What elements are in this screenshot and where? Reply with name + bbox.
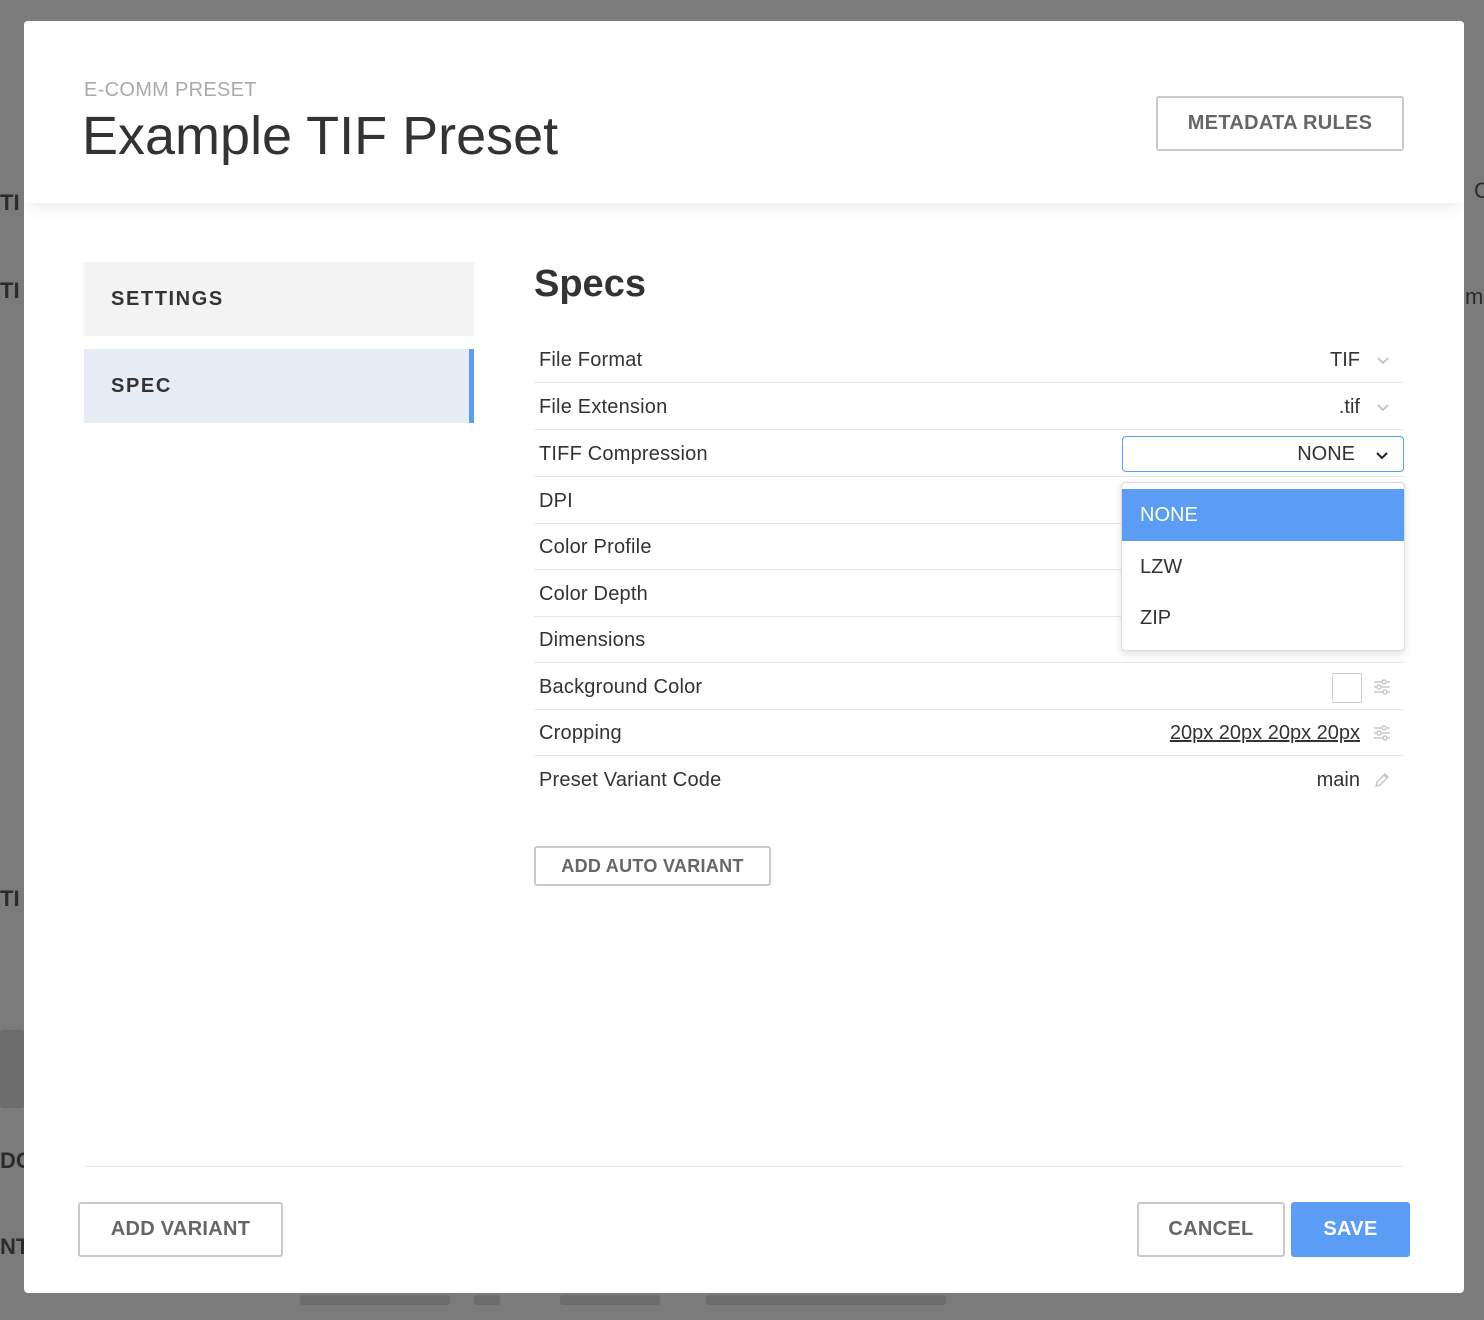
spec-row-file-format[interactable]: File Format TIF: [534, 337, 1404, 383]
spec-label: Dimensions: [539, 629, 646, 651]
background-text: C: [1474, 178, 1484, 203]
compression-dropdown-menu: NONE LZW ZIP: [1121, 482, 1405, 651]
add-variant-button[interactable]: ADD VARIANT: [78, 1202, 283, 1257]
spec-label: TIFF Compression: [539, 443, 708, 465]
footer-divider: [84, 1166, 1404, 1167]
nav-item-label: SPEC: [111, 374, 172, 397]
spec-label: File Extension: [539, 396, 668, 418]
background-color-swatch[interactable]: [1332, 673, 1362, 703]
nav-item-label: SETTINGS: [111, 287, 224, 310]
spec-row-preset-variant-code: Preset Variant Code main: [534, 757, 1404, 803]
background-block: [474, 1295, 500, 1305]
spec-label: File Format: [539, 349, 643, 371]
background-block: [0, 1030, 24, 1108]
background-block: [706, 1295, 946, 1305]
spec-row-background-color: Background Color: [534, 664, 1404, 710]
dropdown-option-zip[interactable]: ZIP: [1122, 592, 1404, 644]
spec-label: Preset Variant Code: [539, 769, 722, 791]
spec-value: TIF: [1330, 349, 1360, 371]
select-value: NONE: [1297, 443, 1355, 465]
spec-row-cropping: Cropping 20px 20px 20px 20px: [534, 710, 1404, 756]
background-text: TI: [0, 278, 20, 303]
spec-value: .tif: [1338, 396, 1360, 418]
background-block: [300, 1295, 450, 1305]
background-text: TI: [0, 886, 20, 911]
preset-modal: E-COMM PRESET Example TIF Preset METADAT…: [24, 21, 1464, 1293]
page-title: Example TIF Preset: [82, 106, 559, 166]
spec-label: Cropping: [539, 722, 622, 744]
nav-item-spec[interactable]: SPEC: [84, 349, 474, 423]
nav-item-settings[interactable]: SETTINGS: [84, 262, 474, 336]
spec-label: Background Color: [539, 676, 703, 698]
dropdown-option-none[interactable]: NONE: [1122, 489, 1404, 541]
sliders-icon[interactable]: [1372, 723, 1392, 743]
cropping-value-link[interactable]: 20px 20px 20px 20px: [1170, 722, 1360, 745]
section-title: Specs: [534, 263, 646, 305]
modal-header: E-COMM PRESET Example TIF Preset METADAT…: [24, 21, 1464, 203]
add-auto-variant-button[interactable]: ADD AUTO VARIANT: [534, 846, 771, 886]
chevron-down-icon[interactable]: [1376, 400, 1390, 414]
sliders-icon[interactable]: [1372, 677, 1392, 697]
metadata-rules-button[interactable]: METADATA RULES: [1156, 96, 1404, 151]
pencil-icon[interactable]: [1372, 770, 1392, 790]
dropdown-option-lzw[interactable]: LZW: [1122, 541, 1404, 593]
cancel-button[interactable]: CANCEL: [1137, 1202, 1285, 1257]
spec-label: DPI: [539, 490, 573, 512]
tiff-compression-select[interactable]: NONE: [1122, 436, 1404, 472]
spec-label: Color Depth: [539, 583, 648, 605]
background-block: [560, 1295, 660, 1305]
save-button[interactable]: SAVE: [1291, 1202, 1410, 1257]
spec-value: main: [1316, 769, 1360, 791]
background-text: m: [1465, 284, 1484, 309]
spec-row-file-extension[interactable]: File Extension .tif: [534, 384, 1404, 430]
chevron-down-icon: [1376, 452, 1388, 460]
preset-type-label: E-COMM PRESET: [84, 79, 257, 101]
spec-label: Color Profile: [539, 536, 652, 558]
chevron-down-icon[interactable]: [1376, 353, 1390, 367]
background-text: TI: [0, 190, 20, 215]
